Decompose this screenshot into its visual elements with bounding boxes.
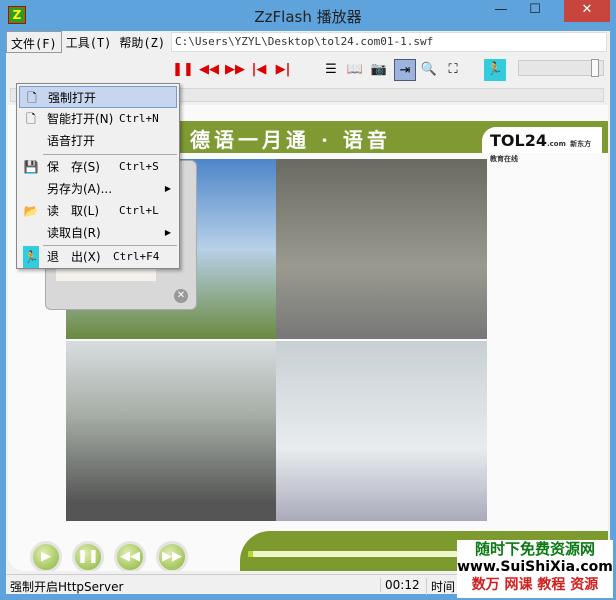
rewind-icon[interactable]: ◀◀ [198, 59, 220, 81]
file-icon: 🗋 [27, 91, 37, 105]
file-menu-dropdown: 🗋 强制打开 🗋 智能打开(N) Ctrl+N 语音打开 💾 保 存(S) Ctrl+S … [16, 83, 180, 269]
exit-runner-icon: 🏃 [23, 246, 39, 268]
course-title: 德语一月通 · 语音 [190, 128, 391, 152]
client-area: 文件(F) 工具(T) 帮助(Z) C:\Users\YZYL\Desktop\… [6, 31, 610, 595]
status-time: 00:12 [380, 578, 420, 592]
popup-close-icon[interactable]: ✕ [174, 289, 188, 303]
save-icon: 💾 [23, 160, 39, 174]
document-icon[interactable]: ☰ [320, 59, 342, 81]
zoom-icon[interactable]: 🔍 [418, 59, 440, 81]
menu-item-load-from[interactable]: 读取自(R) ▶ [19, 222, 177, 244]
fit-window-icon[interactable]: ⇥ [394, 59, 416, 81]
file-icon: 🗋 [26, 112, 36, 126]
menu-item-load[interactable]: 📂 读 取(L) Ctrl+L [19, 200, 177, 222]
church-image [66, 341, 276, 521]
minimize-button[interactable]: — [486, 0, 516, 22]
forward-button[interactable]: ▶▶ [156, 541, 188, 571]
maximize-button[interactable]: ☐ [520, 0, 550, 22]
menu-item-voice-open[interactable]: 语音打开 [19, 130, 177, 152]
volume-slider[interactable] [518, 59, 604, 77]
tol24-logo: TOL24.com 新东方教育在线 [482, 127, 602, 163]
menu-bar: 文件(F) 工具(T) 帮助(Z) [6, 31, 169, 53]
playback-progress-fill [248, 551, 253, 557]
menu-item-smart-open[interactable]: 🗋 智能打开(N) Ctrl+N [19, 108, 177, 130]
menu-file[interactable]: 文件(F) [6, 31, 62, 53]
folder-open-icon: 📂 [23, 204, 39, 218]
car-image [276, 341, 487, 521]
menu-item-exit[interactable]: 🏃 退 出(X) Ctrl+F4 [19, 246, 177, 268]
pause-icon[interactable]: ❚❚ [172, 59, 194, 81]
close-button[interactable]: ✕ [564, 0, 610, 22]
exit-runner-icon[interactable]: 🏃 [484, 59, 506, 81]
swan-image [276, 159, 487, 339]
submenu-arrow-icon: ▶ [164, 228, 171, 237]
toolbar: ❚❚ ◀◀ ▶▶ |◀ ▶| ☰ 📖 📷 ⇥ 🔍 ⛶ 🏃 [6, 55, 610, 85]
select-frame-icon[interactable]: ⛶ [442, 59, 464, 81]
first-frame-icon[interactable]: |◀ [248, 59, 270, 81]
file-path-input[interactable]: C:\Users\YZYL\Desktop\tol24.com01-1.swf [171, 32, 607, 52]
menu-tools[interactable]: 工具(T) [62, 31, 116, 53]
menu-item-save-as[interactable]: 另存为(A)... ▶ [19, 178, 177, 200]
menu-separator [43, 154, 177, 155]
menu-item-force-open[interactable]: 🗋 强制打开 [19, 86, 177, 108]
last-frame-icon[interactable]: ▶| [272, 59, 294, 81]
rewind-button[interactable]: ◀◀ [114, 541, 146, 571]
menu-help[interactable]: 帮助(Z) [115, 31, 169, 53]
pause-button[interactable]: ❚❚ [72, 541, 104, 571]
status-time-label: 时间 [426, 578, 455, 595]
status-message: 强制开启HttpServer [10, 580, 124, 594]
book-icon[interactable]: 📖 [344, 59, 366, 81]
menu-item-save[interactable]: 💾 保 存(S) Ctrl+S [19, 156, 177, 178]
submenu-arrow-icon: ▶ [164, 184, 171, 193]
title-bar: Z ZzFlash 播放器 — ☐ ✕ [0, 0, 616, 31]
play-button[interactable]: ▶ [30, 541, 62, 571]
fast-forward-icon[interactable]: ▶▶ [224, 59, 246, 81]
camera-icon[interactable]: 📷 [368, 59, 390, 81]
watermark: 随时下免费资源网 www.SuiShiXia.com 数万 网课 教程 资源 [457, 540, 613, 598]
